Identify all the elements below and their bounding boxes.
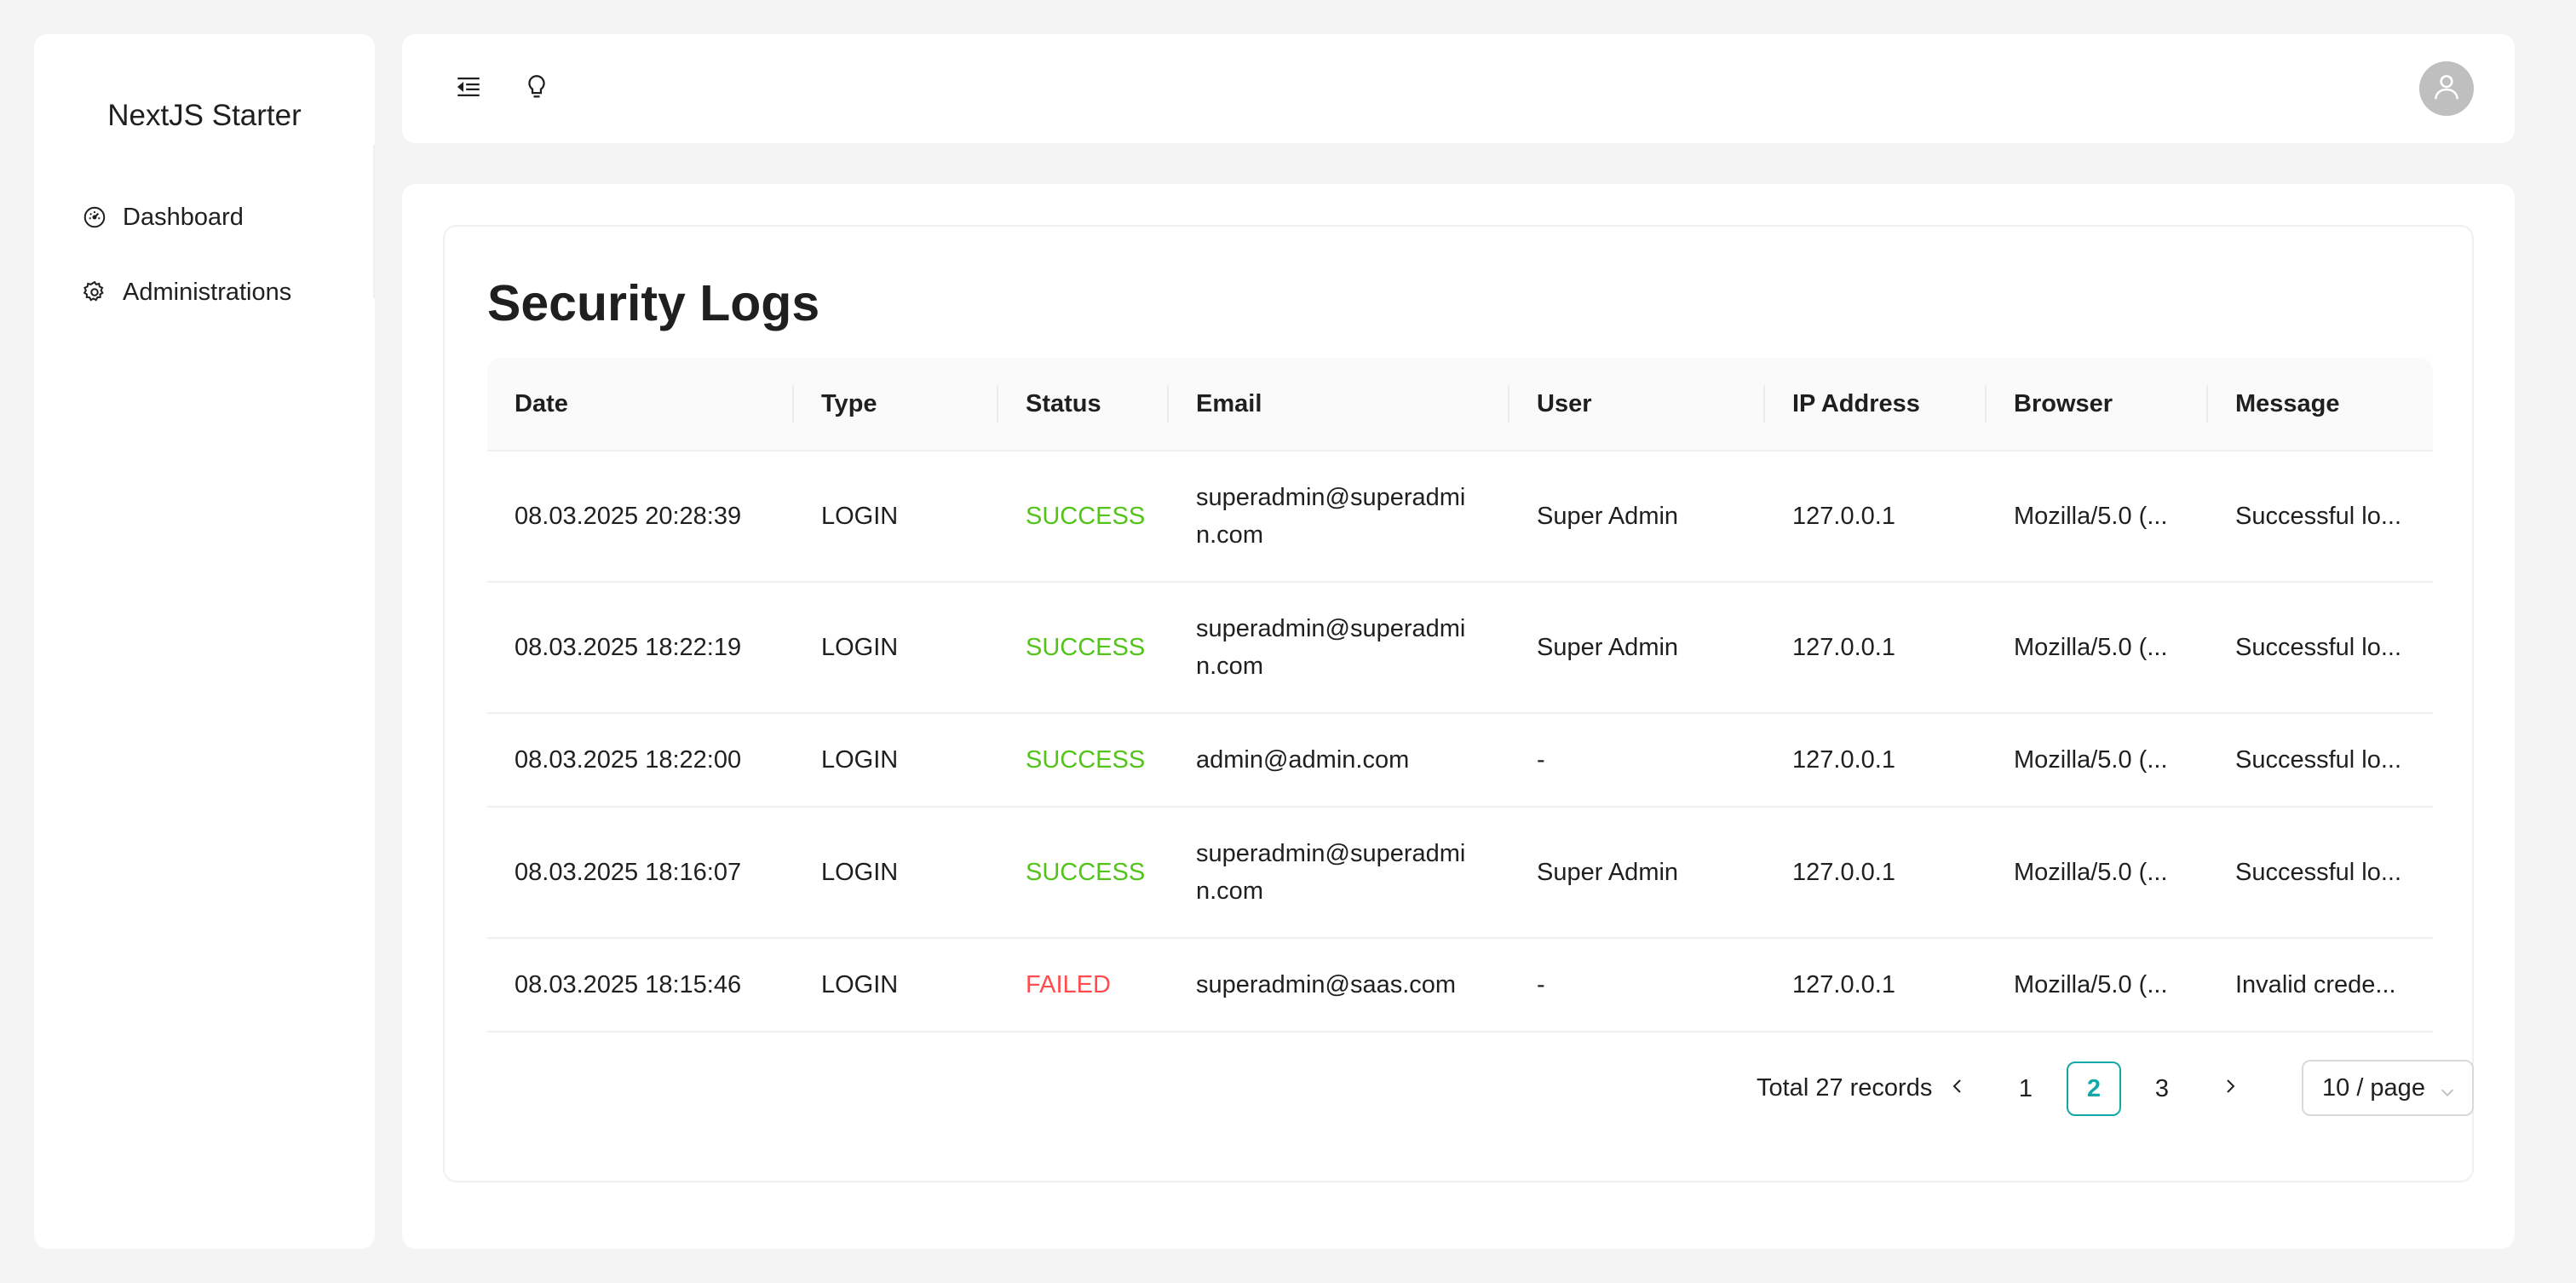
menu-fold-button[interactable] xyxy=(446,66,491,111)
cell-email: superadmin@superadmin.com xyxy=(1196,484,1466,549)
cell-status: SUCCESS xyxy=(1026,634,1146,661)
security-logs-table: Date Type Status Email User IP Address B… xyxy=(487,358,2433,1033)
cell-browser: Mozilla/5.0 (... xyxy=(2014,503,2168,530)
cell-type: LOGIN xyxy=(821,634,899,661)
cell-ip: 127.0.0.1 xyxy=(1792,746,1895,774)
sidebar-item-label: Dashboard xyxy=(123,203,244,231)
cell-message: Successful lo... xyxy=(2235,503,2402,530)
page-button-3[interactable]: 3 xyxy=(2135,1061,2189,1116)
table-row[interactable]: 08.03.2025 20:28:39 LOGIN SUCCESS supera… xyxy=(487,452,2433,583)
cell-user: - xyxy=(1537,971,1545,998)
cell-message: Invalid crede... xyxy=(2235,971,2396,998)
cell-date: 08.03.2025 20:28:39 xyxy=(515,503,742,530)
sidebar-item-label: Administrations xyxy=(123,278,292,306)
cell-ip: 127.0.0.1 xyxy=(1792,634,1895,661)
column-divider xyxy=(1763,385,1765,423)
cell-email: admin@admin.com xyxy=(1196,746,1410,774)
sidebar: NextJS Starter Dashboard Administrations xyxy=(34,34,375,1249)
cell-message: Successful lo... xyxy=(2235,859,2402,886)
cell-user: - xyxy=(1537,746,1545,774)
column-header-email[interactable]: Email xyxy=(1196,358,1262,450)
column-header-ip[interactable]: IP Address xyxy=(1792,358,1920,450)
cell-type: LOGIN xyxy=(821,971,899,998)
total-records: Total 27 records xyxy=(1757,1073,1933,1102)
sidebar-divider xyxy=(373,145,375,298)
cell-user: Super Admin xyxy=(1537,634,1679,661)
column-divider xyxy=(1985,385,1987,423)
table-row[interactable]: 08.03.2025 18:16:07 LOGIN SUCCESS supera… xyxy=(487,808,2433,939)
cell-ip: 127.0.0.1 xyxy=(1792,859,1895,886)
sidebar-item-administrations[interactable]: Administrations xyxy=(82,267,291,318)
cell-email: superadmin@saas.com xyxy=(1196,971,1457,998)
column-divider xyxy=(1167,385,1169,423)
cell-date: 08.03.2025 18:16:07 xyxy=(515,859,742,886)
cell-status: SUCCESS xyxy=(1026,503,1146,530)
chevron-down-icon xyxy=(2438,1080,2457,1099)
cell-user: Super Admin xyxy=(1537,859,1679,886)
cell-browser: Mozilla/5.0 (... xyxy=(2014,859,2168,886)
cell-type: LOGIN xyxy=(821,503,899,530)
column-divider xyxy=(997,385,998,423)
column-divider xyxy=(1508,385,1509,423)
user-avatar[interactable] xyxy=(2419,61,2474,116)
cell-browser: Mozilla/5.0 (... xyxy=(2014,971,2168,998)
column-header-date[interactable]: Date xyxy=(515,358,568,450)
table-row[interactable]: 08.03.2025 18:15:46 LOGIN FAILED superad… xyxy=(487,939,2433,1033)
next-page-button[interactable] xyxy=(2203,1061,2257,1116)
bulb-icon xyxy=(522,72,551,106)
page-button-2[interactable]: 2 xyxy=(2067,1061,2121,1116)
cell-ip: 127.0.0.1 xyxy=(1792,971,1895,998)
page-title: Security Logs xyxy=(487,275,820,331)
chevron-left-icon xyxy=(1947,1075,1968,1103)
cell-message: Successful lo... xyxy=(2235,746,2402,774)
column-header-user[interactable]: User xyxy=(1537,358,1592,450)
cell-ip: 127.0.0.1 xyxy=(1792,503,1895,530)
page-button-1[interactable]: 1 xyxy=(1998,1061,2053,1116)
cell-message: Successful lo... xyxy=(2235,634,2402,661)
cell-type: LOGIN xyxy=(821,859,899,886)
page-size-select[interactable]: 10 / page xyxy=(2302,1060,2474,1116)
table-row[interactable]: 08.03.2025 18:22:19 LOGIN SUCCESS supera… xyxy=(487,583,2433,714)
column-header-message[interactable]: Message xyxy=(2235,358,2340,450)
user-avatar-icon xyxy=(2430,71,2463,107)
theme-bulb-button[interactable] xyxy=(515,66,559,111)
cell-user: Super Admin xyxy=(1537,503,1679,530)
cell-date: 08.03.2025 18:15:46 xyxy=(515,971,742,998)
cell-browser: Mozilla/5.0 (... xyxy=(2014,746,2168,774)
cell-email: superadmin@superadmin.com xyxy=(1196,840,1466,905)
dashboard-icon xyxy=(82,204,107,230)
brand-title: NextJS Starter xyxy=(107,99,302,132)
table-row[interactable]: 08.03.2025 18:22:00 LOGIN SUCCESS admin@… xyxy=(487,714,2433,808)
table-header: Date Type Status Email User IP Address B… xyxy=(487,358,2433,452)
column-divider xyxy=(2206,385,2208,423)
chevron-right-icon xyxy=(2220,1075,2240,1103)
pagination: Total 27 records 1 2 3 10 / page xyxy=(443,1060,2474,1116)
top-header xyxy=(402,34,2515,143)
cell-status: SUCCESS xyxy=(1026,859,1146,886)
page-size-value: 10 / page xyxy=(2322,1073,2425,1102)
main-content: Security Logs Date Type Status Email Use… xyxy=(402,184,2515,1249)
cell-status: SUCCESS xyxy=(1026,746,1146,774)
column-divider xyxy=(792,385,794,423)
menu-fold-icon xyxy=(454,72,483,106)
cell-status: FAILED xyxy=(1026,971,1111,998)
cell-date: 08.03.2025 18:22:19 xyxy=(515,634,742,661)
column-header-browser[interactable]: Browser xyxy=(2014,358,2113,450)
cell-email: superadmin@superadmin.com xyxy=(1196,615,1466,680)
security-logs-card: Security Logs Date Type Status Email Use… xyxy=(443,225,2474,1182)
cell-date: 08.03.2025 18:22:00 xyxy=(515,746,742,774)
column-header-status[interactable]: Status xyxy=(1026,358,1101,450)
cell-browser: Mozilla/5.0 (... xyxy=(2014,634,2168,661)
column-header-type[interactable]: Type xyxy=(821,358,877,450)
sidebar-item-dashboard[interactable]: Dashboard xyxy=(82,192,244,243)
cell-type: LOGIN xyxy=(821,746,899,774)
gear-icon xyxy=(82,279,107,305)
prev-page-button[interactable] xyxy=(1930,1061,1985,1116)
